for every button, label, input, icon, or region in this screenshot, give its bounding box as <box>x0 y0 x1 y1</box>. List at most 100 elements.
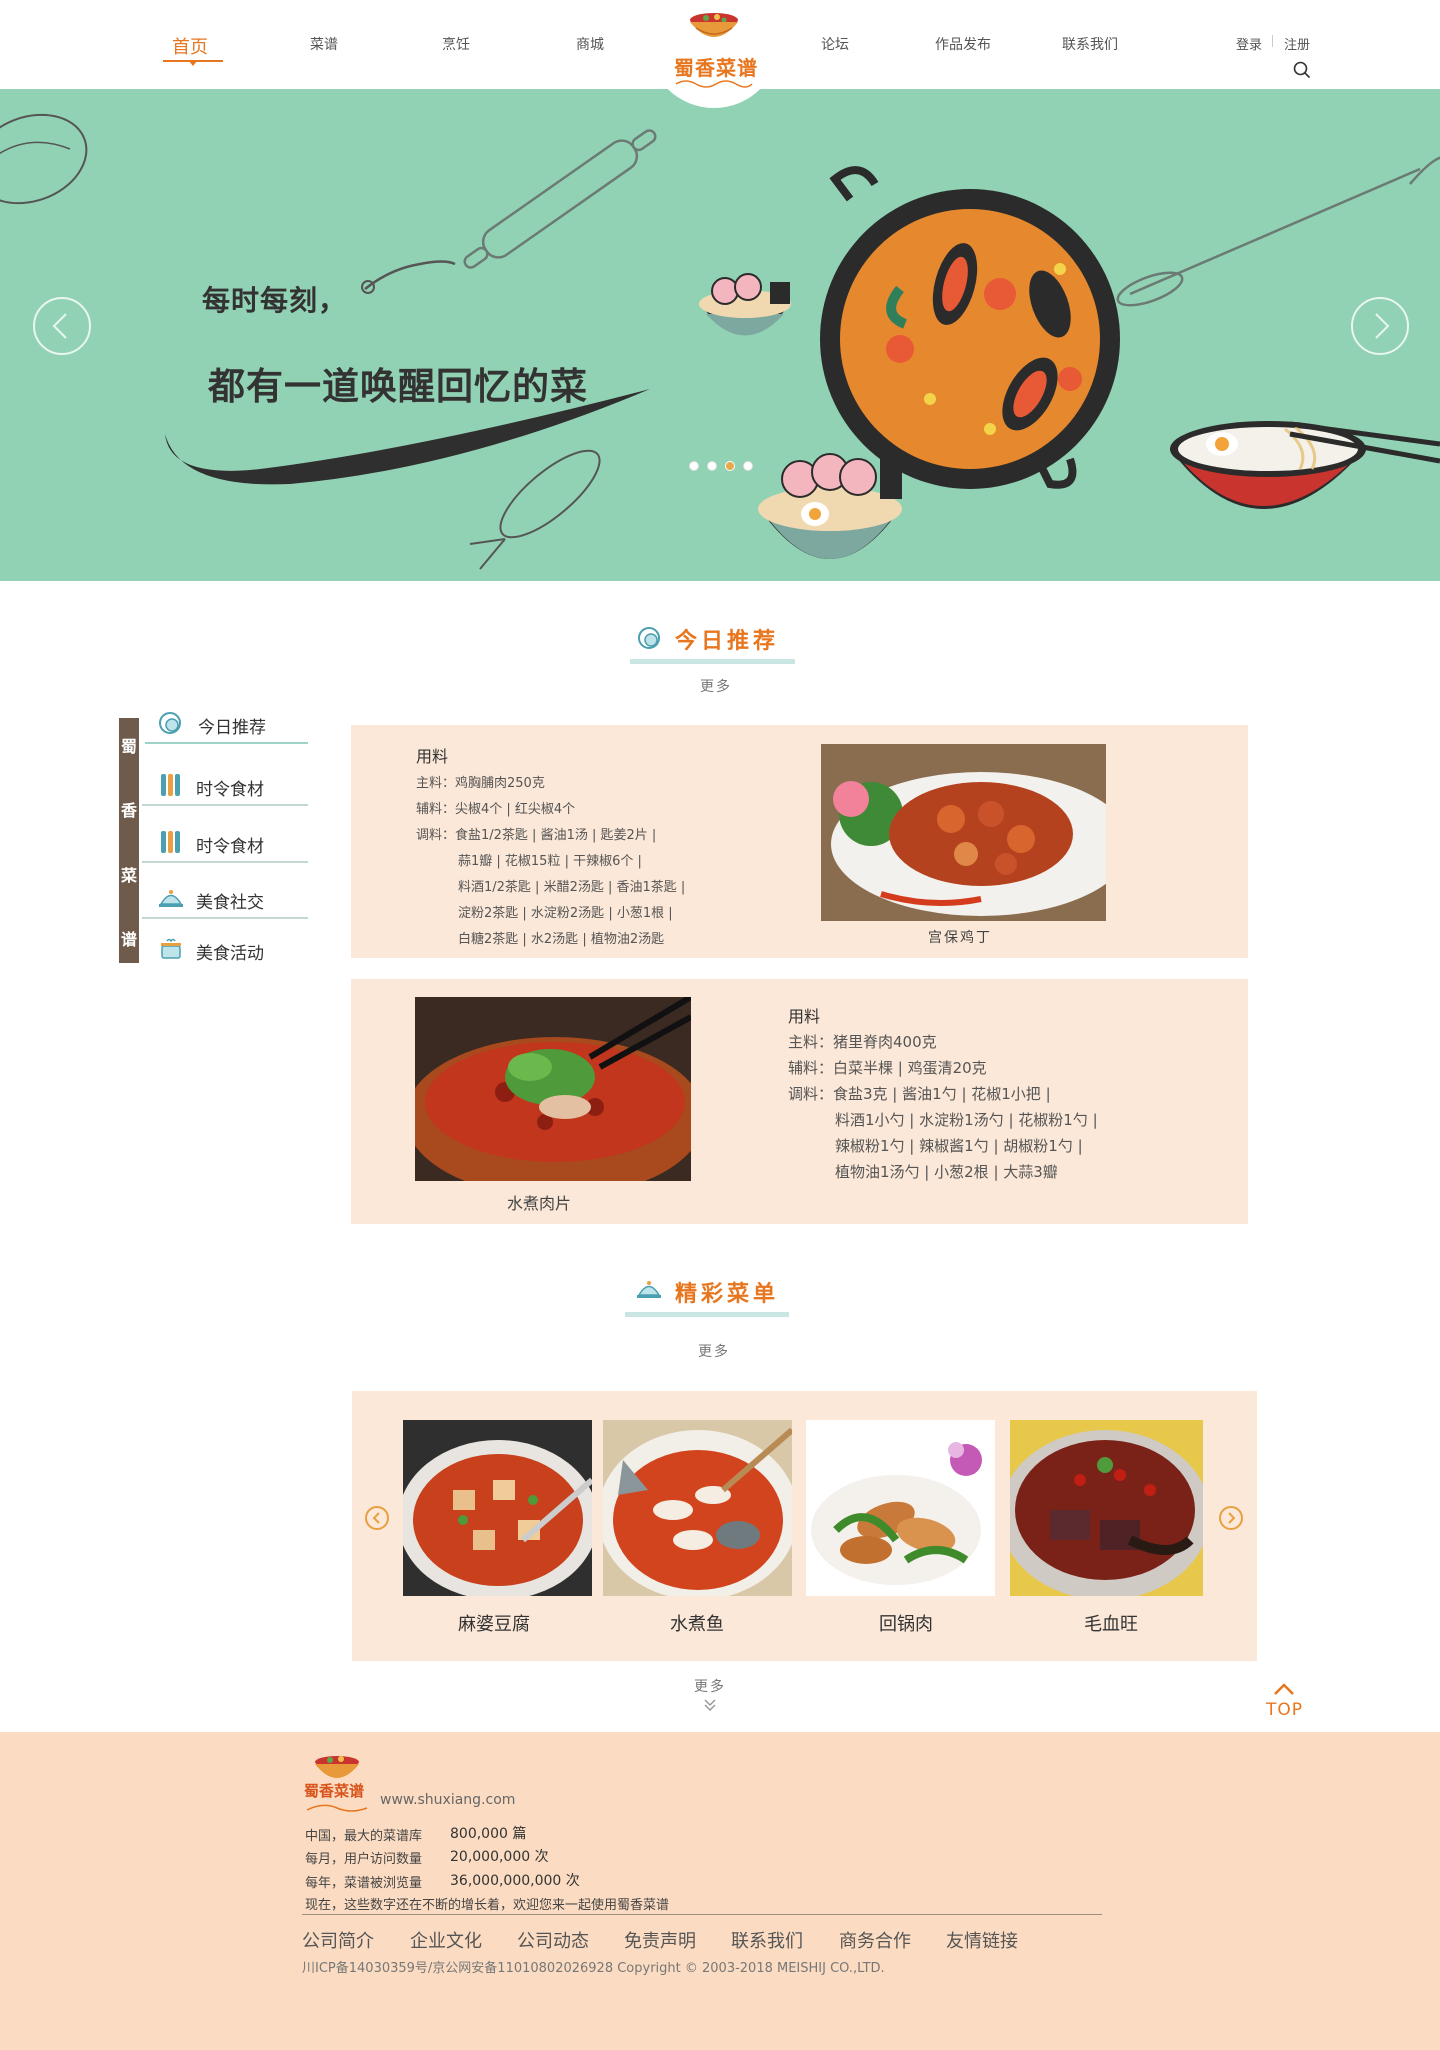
banner-line-2: 都有一道唤醒回忆的菜 <box>208 365 588 408</box>
dish-caption: 回锅肉 <box>879 1614 933 1635</box>
cutlery-icon <box>161 831 180 853</box>
boiled-pork-photo[interactable] <box>415 997 691 1181</box>
side-item-social[interactable]: 美食社交 <box>150 879 308 919</box>
cutlery-icon <box>161 774 180 796</box>
recipe-2-line: 调料：食盐3克 | 酱油1勺 | 花椒1小把 | <box>788 1085 1051 1103</box>
side-item-seasonal-2[interactable]: 时令食材 <box>150 823 308 863</box>
side-char-1: 蜀 <box>120 737 137 756</box>
banner-illustration <box>0 113 1440 570</box>
recipe-1-caption: 宫保鸡丁 <box>928 930 992 946</box>
footer-stat-label: 每年，菜谱被浏览量 <box>305 1876 423 1891</box>
pot-icon <box>161 938 181 959</box>
menu-title-bar <box>625 1312 789 1317</box>
boiled-fish-image <box>603 1420 792 1596</box>
today-more-link[interactable]: 更多 <box>700 676 732 696</box>
side-divider <box>142 804 308 806</box>
banner-dot-1[interactable] <box>689 461 699 471</box>
recipe-1-line: 白糖2茶匙 | 水2汤匙 | 植物油2汤匙 <box>458 932 665 947</box>
back-to-top-button[interactable]: TOP <box>1262 1682 1306 1722</box>
menu-section-title: 精彩菜单 <box>675 1282 780 1307</box>
side-char-4: 谱 <box>120 930 137 949</box>
footer-stat-label: 每月，用户访问数量 <box>305 1852 423 1867</box>
footer-divider <box>302 1914 1102 1915</box>
side-item-events[interactable]: 美食活动 <box>150 930 308 970</box>
side-divider <box>142 917 308 919</box>
twice-cooked-pork-photo[interactable] <box>806 1420 995 1596</box>
footer-link-news[interactable]: 公司动态 <box>517 1927 589 1953</box>
top-label: TOP <box>1266 1700 1304 1720</box>
footer-stat-value: 20,000,000 次 <box>450 1849 549 1865</box>
recipe-2-line: 辣椒粉1勺 | 辣椒酱1勺 | 胡椒粉1勺 | <box>835 1137 1083 1155</box>
register-link[interactable]: 注册 <box>1284 34 1310 53</box>
maoxuewang-image <box>1010 1420 1203 1596</box>
footer-logo-text: 蜀香菜谱 <box>304 1782 365 1800</box>
footer-link-friends[interactable]: 友情链接 <box>946 1927 1018 1953</box>
logo-text: 蜀香菜谱 <box>674 56 758 80</box>
side-item-seasonal-1[interactable]: 时令食材 <box>150 766 308 806</box>
side-item-label: 美食社交 <box>196 893 264 913</box>
nav-home[interactable]: 首页 <box>172 33 208 59</box>
recipe-1-heading: 用料 <box>416 747 449 766</box>
maoxuewang-photo[interactable] <box>1010 1420 1203 1596</box>
footer-url[interactable]: www.shuxiang.com <box>380 1792 515 1808</box>
footer-link-disclaimer[interactable]: 免责声明 <box>624 1927 696 1953</box>
plate-icon <box>638 627 660 649</box>
logo-swirl-icon <box>675 80 753 88</box>
login-link[interactable]: 登录 <box>1236 34 1262 53</box>
cloche-icon <box>159 890 183 907</box>
bottom-more-link[interactable]: 更多 <box>694 1676 726 1696</box>
dish-caption: 毛血旺 <box>1084 1614 1138 1635</box>
nav-forum[interactable]: 论坛 <box>821 34 849 54</box>
carousel-next-button[interactable] <box>1219 1506 1243 1530</box>
recipe-1-line: 调料：食盐1/2茶匙 | 酱油1汤 | 匙姜2片 | <box>416 828 657 843</box>
side-item-today[interactable]: 今日推荐 <box>150 704 308 744</box>
dish-caption: 麻婆豆腐 <box>458 1614 530 1635</box>
mapo-tofu-photo[interactable] <box>403 1420 592 1596</box>
recipe-1-line: 主料：鸡胸脯肉250克 <box>416 776 545 791</box>
nav-mall[interactable]: 商城 <box>576 34 604 54</box>
nav-publish[interactable]: 作品发布 <box>935 34 991 54</box>
recipe-1-line: 淀粉2茶匙 | 水淀粉2汤匙 | 小葱1根 | <box>458 906 673 921</box>
boiled-pork-image <box>415 997 691 1181</box>
footer-copyright: 川ICP备14030359号/京公网安备11010802026928 Copyr… <box>302 1961 885 1976</box>
dish-caption: 水煮鱼 <box>670 1614 724 1635</box>
side-item-label: 时令食材 <box>196 780 264 800</box>
double-chevron-down-icon[interactable] <box>703 1698 717 1712</box>
side-item-label: 美食活动 <box>196 944 264 964</box>
side-item-label: 今日推荐 <box>198 718 266 738</box>
auth-separator <box>1272 35 1273 47</box>
recipe-1-line: 蒜1瓣 | 花椒15粒 | 干辣椒6个 | <box>458 854 642 869</box>
carousel-prev-button[interactable] <box>365 1506 389 1530</box>
side-item-label: 时令食材 <box>196 837 264 857</box>
banner-next-button[interactable] <box>1351 297 1409 355</box>
footer-link-culture[interactable]: 企业文化 <box>410 1927 482 1953</box>
nav-cooking[interactable]: 烹饪 <box>442 34 470 54</box>
page: 首页 菜谱 烹饪 商城 论坛 作品发布 联系我们 登录 注册 蜀香菜谱 每时每刻… <box>0 0 1440 2050</box>
recipe-1-line: 料酒1/2茶匙 | 米醋2汤匙 | 香油1茶匙 | <box>458 880 686 895</box>
nav-recipes[interactable]: 菜谱 <box>310 34 338 54</box>
kungpao-chicken-photo[interactable] <box>821 744 1106 921</box>
chevron-up-icon <box>1274 1683 1294 1695</box>
nav-contact[interactable]: 联系我们 <box>1062 34 1118 54</box>
banner-line-1: 每时每刻， <box>202 284 348 317</box>
banner-prev-button[interactable] <box>33 297 91 355</box>
recipe-2-line: 主料：猪里脊肉400克 <box>788 1033 937 1051</box>
footer-link-business[interactable]: 商务合作 <box>839 1927 911 1953</box>
boiled-fish-photo[interactable] <box>603 1420 792 1596</box>
side-char-3: 菜 <box>120 866 137 885</box>
footer-link-contact[interactable]: 联系我们 <box>731 1927 803 1953</box>
footer-stat-value: 800,000 篇 <box>450 1826 527 1842</box>
side-char-2: 香 <box>120 801 137 820</box>
kungpao-chicken-image <box>821 744 1106 921</box>
twice-cooked-pork-image <box>806 1420 995 1596</box>
banner-dot-2[interactable] <box>707 461 717 471</box>
footer-link-about[interactable]: 公司简介 <box>302 1927 374 1953</box>
chevron-left-icon <box>372 1512 380 1524</box>
footer-stat-label: 中国，最大的菜谱库 <box>305 1829 423 1844</box>
side-divider <box>145 742 308 744</box>
menu-more-link[interactable]: 更多 <box>698 1341 730 1361</box>
search-icon[interactable] <box>1293 61 1311 79</box>
chevron-left-icon <box>52 313 67 339</box>
banner-dot-3[interactable] <box>725 461 735 471</box>
banner-dot-4[interactable] <box>743 461 753 471</box>
